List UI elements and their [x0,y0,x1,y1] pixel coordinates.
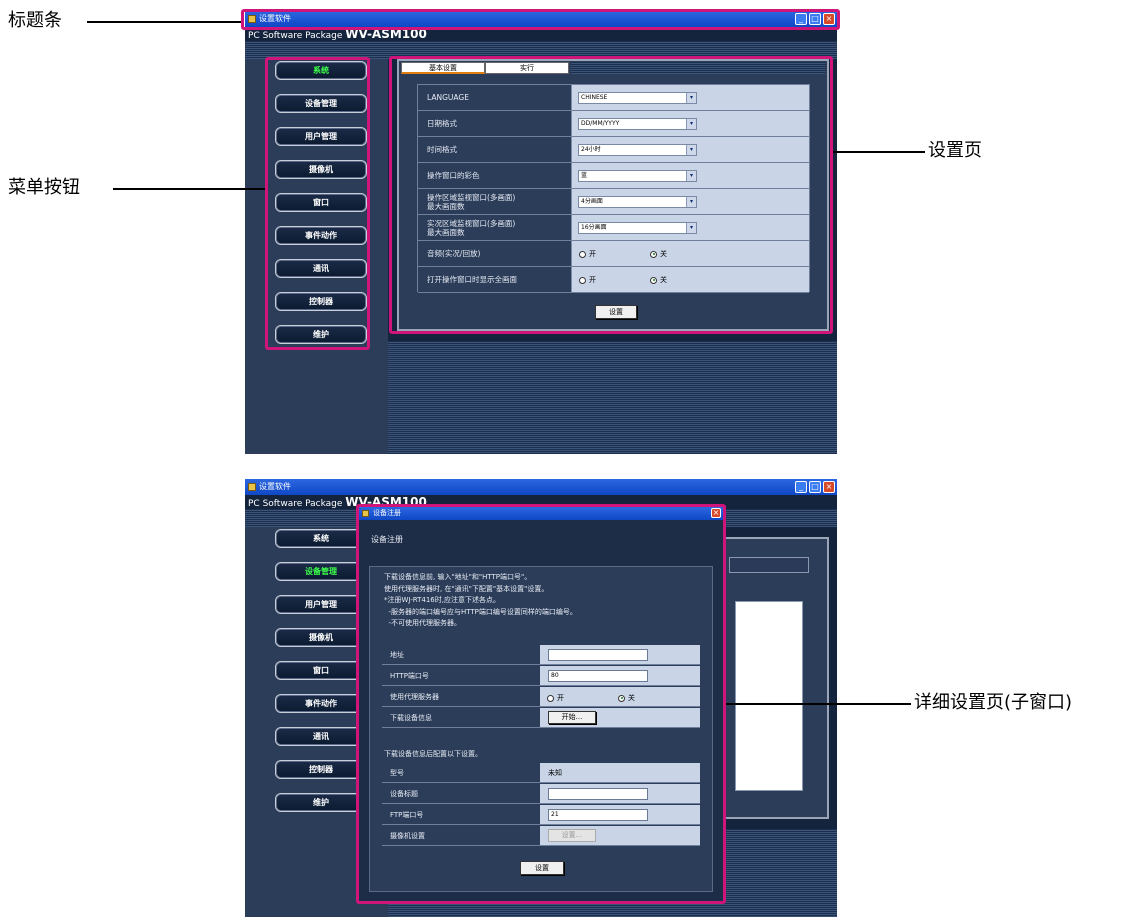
close-icon[interactable]: × [823,481,835,493]
highlight-menu [265,57,370,350]
menu-button[interactable]: 通讯 [275,727,367,746]
bottom-stripes [388,341,837,454]
menu-button[interactable]: 用户管理 [275,595,367,614]
highlight-settings [389,56,833,334]
menu-button[interactable]: 摄像机 [275,628,367,647]
highlight-titlebar [241,9,840,30]
title-bar-2[interactable]: 设置软件 _ □ × [245,479,837,495]
annotation-line [833,151,925,153]
annotation-line [87,21,241,23]
highlight-dialog [356,504,726,904]
menu-button[interactable]: 事件动作 [275,694,367,713]
annotation-detail: 详细设置页(子窗口) [914,692,1073,713]
menu-button[interactable]: 维护 [275,793,367,812]
annotation-titlebar: 标题条 [8,10,62,31]
maximize-icon[interactable]: □ [809,481,821,493]
annotation-line [726,703,911,705]
annotation-line [113,188,265,190]
menu-button[interactable]: 控制器 [275,760,367,779]
minimize-icon[interactable]: _ [795,481,807,493]
menu-button[interactable]: 设备管理 [275,562,367,581]
annotation-menu: 菜单按钮 [8,177,80,198]
window-title: 设置软件 [259,482,291,491]
background-list [735,601,803,791]
annotation-settings: 设置页 [928,140,982,161]
background-panel-header [729,557,809,573]
menu-button[interactable]: 窗口 [275,661,367,680]
app-icon [248,483,256,491]
menu-button[interactable]: 系统 [275,529,367,548]
